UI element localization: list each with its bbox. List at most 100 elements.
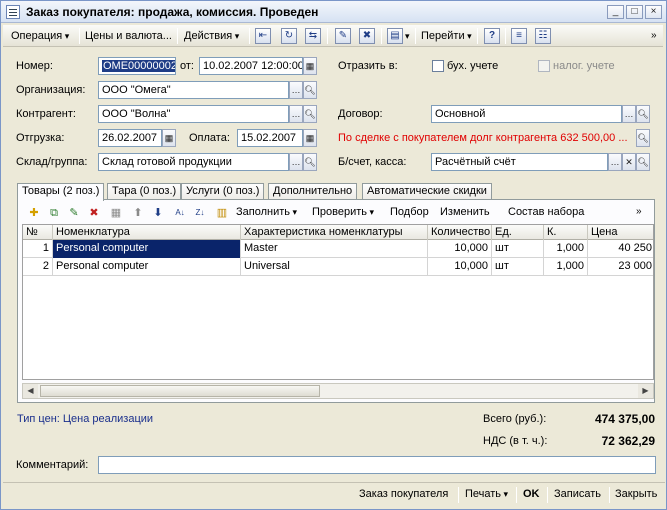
quantity-cell[interactable]: 10,000 xyxy=(428,240,492,258)
comment-field[interactable] xyxy=(98,456,656,474)
delete-row-icon[interactable]: ✖ xyxy=(86,205,102,221)
toolbar-overflow-icon[interactable]: » xyxy=(651,29,657,43)
organization-search-icon[interactable]: 🔍︎ xyxy=(303,81,317,99)
warehouse-field[interactable]: Склад готовой продукции xyxy=(98,153,289,171)
check-menu[interactable]: Проверить xyxy=(312,206,374,218)
tab-auto-discounts[interactable]: Автоматические скидки xyxy=(362,183,492,200)
move-down-icon[interactable]: ⬇ xyxy=(150,205,166,221)
column-header-price[interactable]: Цена xyxy=(588,225,653,240)
scroll-left-icon[interactable]: ◀ xyxy=(23,384,38,398)
tab-services[interactable]: Услуги (0 поз.) xyxy=(181,183,265,200)
checklist-icon[interactable]: ☷ xyxy=(535,28,551,44)
tab-additional[interactable]: Дополнительно xyxy=(268,183,358,200)
contract-field[interactable]: Основной xyxy=(431,105,622,123)
move-up-icon[interactable]: ⬆ xyxy=(130,205,146,221)
add-row-icon[interactable]: ✚ xyxy=(26,205,42,221)
goods-table[interactable]: № Номенклатура Характеристика номенклату… xyxy=(22,224,654,380)
print-menu[interactable]: Печать xyxy=(465,488,508,500)
price-cell[interactable]: 23 000 xyxy=(588,258,653,276)
characteristic-cell[interactable]: Universal xyxy=(241,258,428,276)
post-document-icon[interactable]: ⇤ xyxy=(255,28,271,44)
column-header-quantity[interactable]: Количество xyxy=(428,225,492,240)
edit-row-icon[interactable]: ✎ xyxy=(66,205,82,221)
actions-menu[interactable]: Действия xyxy=(184,29,239,43)
prices-currency-button[interactable]: Цены и валюта... xyxy=(85,29,172,43)
warehouse-search-icon[interactable]: 🔍︎ xyxy=(303,153,317,171)
contract-select-button[interactable]: … xyxy=(622,105,636,123)
end-edit-icon[interactable]: ▦ xyxy=(108,205,124,221)
date-field[interactable]: 10.02.2007 12:00:00 xyxy=(199,57,303,75)
goto-menu[interactable]: Перейти xyxy=(421,29,472,43)
account-search-icon[interactable]: 🔍︎ xyxy=(636,153,650,171)
selection-button[interactable]: Подбор xyxy=(390,206,429,218)
scroll-right-icon[interactable]: ▶ xyxy=(638,384,653,398)
tab-containers[interactable]: Тара (0 поз.) xyxy=(107,183,182,200)
unit-cell[interactable]: шт xyxy=(492,240,544,258)
column-header-coefficient[interactable]: К. xyxy=(544,225,588,240)
tax-accounting-checkbox[interactable] xyxy=(538,60,550,72)
payment-calendar-icon[interactable]: ▦ xyxy=(303,129,317,147)
column-header-number[interactable]: № xyxy=(23,225,53,240)
operation-menu[interactable]: Операция xyxy=(11,29,69,43)
item-cell[interactable]: Personal computer xyxy=(53,258,241,276)
counterparty-search-icon[interactable]: 🔍︎ xyxy=(303,105,317,123)
column-header-item[interactable]: Номенклатура xyxy=(53,225,241,240)
delete-mark-icon[interactable]: ✖ xyxy=(359,28,375,44)
number-field[interactable]: ОМЕ00000002 xyxy=(98,57,176,75)
fill-menu[interactable]: Заполнить xyxy=(236,206,297,218)
table-row[interactable]: 2 Personal computer Universal 10,000 шт … xyxy=(23,258,653,276)
account-field[interactable]: Расчётный счёт xyxy=(431,153,608,171)
accounting-checkbox[interactable] xyxy=(432,60,444,72)
copy-row-icon[interactable]: ⧉ xyxy=(46,205,62,221)
account-select-button[interactable]: … xyxy=(608,153,622,171)
grid-toolbar-overflow-icon[interactable]: » xyxy=(636,206,642,217)
quantity-cell[interactable]: 10,000 xyxy=(428,258,492,276)
change-button[interactable]: Изменить xyxy=(440,206,490,218)
calendar-icon[interactable]: ▦ xyxy=(303,57,317,75)
grid-toolbar: ✚ ⧉ ✎ ✖ ▦ ⬆ ⬇ A↓ Z↓ ▥ Заполнить Проверит… xyxy=(22,203,650,223)
price-type-link[interactable]: Тип цен: Цена реализации xyxy=(17,413,153,425)
tab-goods[interactable]: Товары (2 поз.) xyxy=(17,183,105,201)
column-header-characteristic[interactable]: Характеристика номенклатуры xyxy=(241,225,428,240)
structure-dropdown-icon[interactable]: ▾ xyxy=(405,29,410,43)
order-form-button[interactable]: Заказ покупателя xyxy=(359,488,448,500)
ok-button[interactable]: OK xyxy=(523,488,540,500)
close-button[interactable]: Закрыть xyxy=(615,488,657,500)
shipment-date-field[interactable]: 26.02.2007 xyxy=(98,129,162,147)
payment-date-field[interactable]: 15.02.2007 xyxy=(237,129,303,147)
sort-asc-icon[interactable]: A↓ xyxy=(172,205,188,221)
coefficient-cell[interactable]: 1,000 xyxy=(544,240,588,258)
counterparty-select-button[interactable]: … xyxy=(289,105,303,123)
contract-search-icon[interactable]: 🔍︎ xyxy=(636,105,650,123)
account-clear-icon[interactable]: ✕ xyxy=(622,153,636,171)
refresh-icon[interactable]: ↻ xyxy=(281,28,297,44)
warehouse-select-button[interactable]: … xyxy=(289,153,303,171)
maximize-button[interactable]: □ xyxy=(626,5,643,19)
unit-cell[interactable]: шт xyxy=(492,258,544,276)
column-header-unit[interactable]: Ед. xyxy=(492,225,544,240)
shipment-calendar-icon[interactable]: ▦ xyxy=(162,129,176,147)
price-cell[interactable]: 40 250 xyxy=(588,240,653,258)
barcode-icon[interactable]: ▥ xyxy=(214,205,230,221)
help-icon[interactable]: ? xyxy=(484,28,500,44)
list-view-icon[interactable]: ≡ xyxy=(511,28,527,44)
item-cell[interactable]: Personal computer xyxy=(53,240,241,258)
debt-warning-link[interactable]: По сделке с покупателем долг контрагента… xyxy=(338,132,628,144)
save-button[interactable]: Записать xyxy=(554,488,601,500)
counterparty-field[interactable]: ООО "Волна" xyxy=(98,105,289,123)
move-icon[interactable]: ⇆ xyxy=(305,28,321,44)
coefficient-cell[interactable]: 1,000 xyxy=(544,258,588,276)
organization-field[interactable]: ООО "Омега" xyxy=(98,81,289,99)
debt-details-search-icon[interactable]: 🔍︎ xyxy=(636,129,650,147)
organization-select-button[interactable]: … xyxy=(289,81,303,99)
structure-icon[interactable]: ▤ xyxy=(387,28,403,44)
table-row[interactable]: 1 Personal computer Master 10,000 шт 1,0… xyxy=(23,240,653,258)
minimize-button[interactable]: _ xyxy=(607,5,624,19)
horizontal-scrollbar[interactable]: ◀ ▶ xyxy=(22,383,654,399)
sort-desc-icon[interactable]: Z↓ xyxy=(192,205,208,221)
close-window-button[interactable]: × xyxy=(645,5,662,19)
characteristic-cell[interactable]: Master xyxy=(241,240,428,258)
create-based-on-icon[interactable]: ✎ xyxy=(335,28,351,44)
set-composition-button[interactable]: Состав набора xyxy=(508,206,584,218)
scroll-thumb[interactable] xyxy=(40,385,320,397)
